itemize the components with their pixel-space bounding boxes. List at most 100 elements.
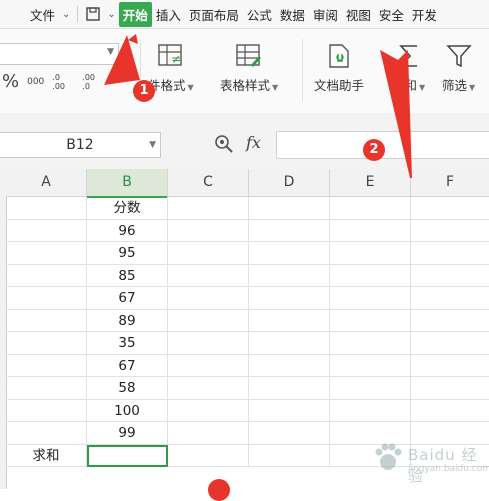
cell-a[interactable] xyxy=(6,287,87,310)
column-header-c[interactable]: C xyxy=(168,169,249,197)
cell-empty[interactable] xyxy=(168,444,249,467)
cell-empty[interactable] xyxy=(249,264,330,287)
column-header-a[interactable]: A xyxy=(6,169,87,197)
number-format-select[interactable]: ▼ xyxy=(0,43,119,65)
fx-icon[interactable]: fx xyxy=(246,133,261,152)
cell-empty[interactable] xyxy=(168,377,249,400)
cell-empty[interactable] xyxy=(249,242,330,265)
column-header-b[interactable]: B xyxy=(87,169,168,198)
cell-empty[interactable] xyxy=(168,309,249,332)
cell-empty[interactable] xyxy=(330,264,411,287)
tab-insert[interactable]: 插入 xyxy=(152,5,185,24)
selected-cell-b12[interactable] xyxy=(87,444,168,467)
cell-empty[interactable] xyxy=(249,377,330,400)
conditional-format-button[interactable]: ≠ 件格式 ▼ xyxy=(148,39,194,94)
thousands-separator-button[interactable]: 000 xyxy=(27,77,44,87)
cell-empty[interactable] xyxy=(330,377,411,400)
cell-empty[interactable] xyxy=(330,354,411,377)
column-header-e[interactable]: E xyxy=(330,169,411,197)
cell-empty[interactable] xyxy=(330,287,411,310)
cell-empty[interactable] xyxy=(168,242,249,265)
column-header-f[interactable]: F xyxy=(411,169,489,197)
tab-page-layout[interactable]: 页面布局 xyxy=(185,5,243,24)
cell-b[interactable]: 58 xyxy=(87,377,168,400)
cell-b[interactable]: 35 xyxy=(87,332,168,355)
cell-empty[interactable] xyxy=(249,399,330,422)
cell-a[interactable] xyxy=(6,242,87,265)
cell-b[interactable]: 89 xyxy=(87,309,168,332)
tab-home[interactable]: 开始 xyxy=(118,1,152,27)
cell-empty[interactable] xyxy=(249,444,330,467)
cell-empty[interactable] xyxy=(411,332,489,355)
file-dropdown-icon[interactable]: ⌄ xyxy=(59,9,73,20)
name-box[interactable]: B12 ▼ xyxy=(0,132,161,158)
cell-b[interactable]: 67 xyxy=(87,287,168,310)
cell-a[interactable] xyxy=(6,219,87,242)
cell-a[interactable]: 求和 xyxy=(6,444,87,467)
cell-a[interactable] xyxy=(6,399,87,422)
cell-empty[interactable] xyxy=(168,354,249,377)
cell-empty[interactable] xyxy=(168,399,249,422)
cell-empty[interactable] xyxy=(249,422,330,445)
cell-empty[interactable] xyxy=(411,355,489,377)
column-header-d[interactable]: D xyxy=(249,169,330,197)
cell-empty[interactable] xyxy=(168,422,249,445)
cell-empty[interactable] xyxy=(249,332,330,355)
tab-data[interactable]: 数据 xyxy=(276,5,309,24)
cell-empty[interactable] xyxy=(249,309,330,332)
cell-empty[interactable] xyxy=(249,197,330,220)
cell-empty[interactable] xyxy=(330,399,411,422)
cell-empty[interactable] xyxy=(411,265,489,287)
save-icon[interactable] xyxy=(82,6,104,22)
cell-empty[interactable] xyxy=(168,287,249,310)
doc-assistant-button[interactable]: 文档助手 xyxy=(314,39,364,94)
cell-empty[interactable] xyxy=(411,377,489,400)
percent-style-button[interactable]: % xyxy=(2,71,19,92)
cell-empty[interactable] xyxy=(168,219,249,242)
cell-empty[interactable] xyxy=(168,264,249,287)
tab-security[interactable]: 安全 xyxy=(375,5,408,24)
increase-decimal-button[interactable]: .0 .00 xyxy=(52,73,74,91)
tab-review[interactable]: 审阅 xyxy=(309,5,342,24)
cell-empty[interactable] xyxy=(330,219,411,242)
cell-empty[interactable] xyxy=(249,219,330,242)
cell-a[interactable] xyxy=(6,197,87,220)
menu-file[interactable]: 文件 xyxy=(22,5,59,24)
cell-empty[interactable] xyxy=(411,220,489,242)
filter-button[interactable]: 筛选 ▼ xyxy=(442,39,475,94)
cell-empty[interactable] xyxy=(411,197,489,220)
cell-b[interactable]: 85 xyxy=(87,264,168,287)
cell-empty[interactable] xyxy=(411,310,489,332)
cell-empty[interactable] xyxy=(249,287,330,310)
tab-developer[interactable]: 开发 xyxy=(408,5,441,24)
cell-empty[interactable] xyxy=(249,354,330,377)
cell-b[interactable]: 96 xyxy=(87,219,168,242)
cell-a[interactable] xyxy=(6,354,87,377)
cell-a[interactable] xyxy=(6,332,87,355)
autosum-button[interactable]: 求和 ▼ xyxy=(392,39,425,94)
cell-b[interactable]: 67 xyxy=(87,354,168,377)
cell-empty[interactable] xyxy=(168,332,249,355)
cell-empty[interactable] xyxy=(168,197,249,220)
cell-empty[interactable] xyxy=(411,287,489,310)
cell-empty[interactable] xyxy=(330,197,411,220)
cell-a[interactable] xyxy=(6,377,87,400)
quick-access-dropdown-icon[interactable]: ⌄ xyxy=(104,9,118,20)
cell-a[interactable] xyxy=(6,422,87,445)
cell-empty[interactable] xyxy=(411,400,489,422)
tab-view[interactable]: 视图 xyxy=(342,5,375,24)
tab-formulas[interactable]: 公式 xyxy=(243,5,276,24)
cell-empty[interactable] xyxy=(330,309,411,332)
cell-empty[interactable] xyxy=(411,242,489,265)
cell-empty[interactable] xyxy=(330,332,411,355)
cell-b[interactable]: 95 xyxy=(87,242,168,265)
cell-b[interactable]: 分数 xyxy=(87,197,168,220)
decrease-decimal-button[interactable]: .00 .0 xyxy=(82,73,104,91)
cell-a[interactable] xyxy=(6,309,87,332)
cell-b[interactable]: 100 xyxy=(87,399,168,422)
zoom-search-icon[interactable] xyxy=(214,134,234,158)
cell-b[interactable]: 99 xyxy=(87,422,168,445)
table-style-button[interactable]: 表格样式 ▼ xyxy=(220,39,278,94)
cell-a[interactable] xyxy=(6,264,87,287)
cell-empty[interactable] xyxy=(330,242,411,265)
